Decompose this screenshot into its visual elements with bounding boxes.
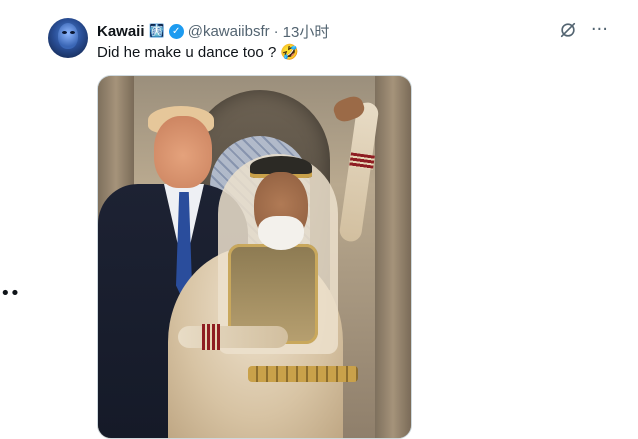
author-handle[interactable]: @kawaiibsfr [188, 23, 270, 40]
meta-separator: · [273, 22, 279, 40]
image-dancer-bangles-lower [202, 324, 220, 350]
tweet-text-body: Did he make u dance too ? [97, 43, 277, 61]
author-name[interactable]: Kawaii [97, 23, 145, 40]
avatar-eye-left [62, 31, 67, 34]
image-figure-head [154, 116, 212, 188]
tweet-actions: ··· [559, 21, 608, 39]
avatar[interactable] [48, 18, 88, 58]
tweet-image[interactable] [97, 75, 412, 439]
avatar-eye-right [70, 31, 75, 34]
tweet-timestamp[interactable]: 13小时 [283, 21, 330, 42]
image-dancer-arm-raised [338, 101, 380, 243]
more-icon[interactable]: ··· [591, 21, 608, 39]
profile-badge-emoji: 🩻 [148, 23, 165, 39]
side-ellipsis[interactable]: •• [0, 283, 20, 304]
tweet[interactable]: Kawaii 🩻 ✓ @kawaiibsfr · 13小时 ··· Did he… [48, 18, 628, 439]
image-dancer-arm-lowered [178, 326, 288, 348]
avatar-face [58, 23, 78, 49]
grok-icon[interactable] [559, 21, 577, 39]
image-pillar-right [375, 76, 411, 438]
rofl-emoji: 🤣 [280, 43, 299, 61]
tweet-header: Kawaii 🩻 ✓ @kawaiibsfr · 13小时 [97, 21, 329, 41]
verified-icon[interactable]: ✓ [168, 23, 184, 39]
image-dancer-beard [258, 216, 304, 250]
image-dancer-belt [248, 366, 358, 382]
tweet-text: Did he make u dance too ? 🤣 [97, 43, 299, 61]
